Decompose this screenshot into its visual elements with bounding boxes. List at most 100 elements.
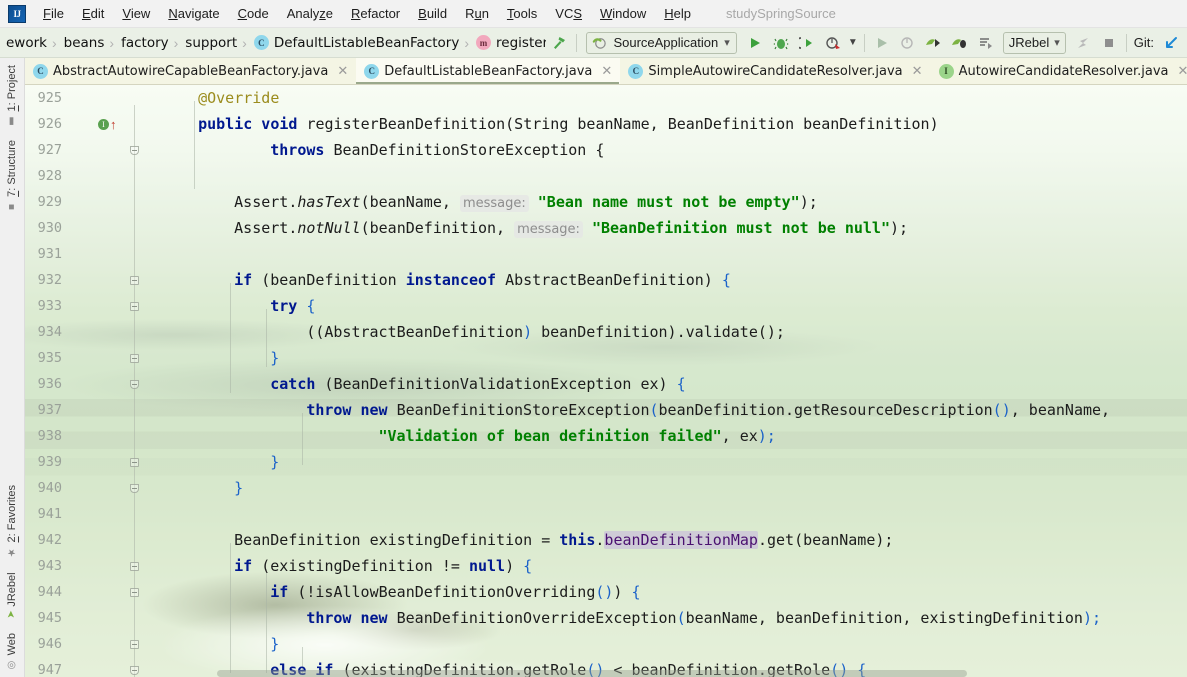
- code-content[interactable]: @Override public void registerBeanDefinit…: [158, 85, 1187, 677]
- code-line[interactable]: throw new BeanDefinitionStoreException(b…: [306, 397, 1110, 423]
- tool-window-structure[interactable]: ■ 7: Structure: [2, 133, 22, 219]
- editor-tab-abstractautowirecapablebeanfactory[interactable]: C AbstractAutowireCapableBeanFactory.java…: [25, 58, 356, 84]
- code-line[interactable]: "Validation of bean definition failed", …: [378, 423, 775, 449]
- profile-icon[interactable]: [820, 31, 846, 55]
- code-line[interactable]: }: [270, 449, 279, 475]
- tool-window-jrebel[interactable]: ➤ JRebel: [2, 565, 22, 626]
- code-line[interactable]: Assert.hasText(beanName, message: "Bean …: [234, 189, 818, 215]
- run-icon[interactable]: [742, 31, 768, 55]
- ide-window: FileEditViewNavigateCodeAnalyzeRefactorB…: [0, 0, 1187, 677]
- tool-window-project[interactable]: ▮ 1: Project: [2, 58, 22, 133]
- code-token: isAllowBeanDefinitionOverriding: [315, 583, 596, 601]
- run-dashboard-icon[interactable]: [973, 31, 999, 55]
- run-configuration-label: SourceApplication: [613, 35, 719, 50]
- menu-build[interactable]: Build: [409, 3, 456, 24]
- menu-tools[interactable]: Tools: [498, 3, 546, 24]
- breadcrumb-item-defaultlistablebeanfactory[interactable]: C DefaultListableBeanFactory: [248, 28, 464, 57]
- editor-tab-simpleautowirecandidateresolver[interactable]: C SimpleAutowireCandidateResolver.java ✕: [620, 58, 930, 84]
- menu-view[interactable]: View: [113, 3, 159, 24]
- chevron-down-icon[interactable]: ▾: [724, 36, 730, 49]
- code-line[interactable]: }: [270, 631, 279, 657]
- fold-marker[interactable]: [129, 631, 140, 657]
- jrebel-selector[interactable]: JRebel ▾: [1002, 31, 1066, 54]
- breadcrumb-item-beans[interactable]: beans: [58, 28, 109, 57]
- override-arrow-icon[interactable]: ↑: [110, 118, 117, 131]
- breadcrumb-item-ework[interactable]: ework: [0, 28, 51, 57]
- close-icon[interactable]: ✕: [1178, 64, 1187, 79]
- fold-marker[interactable]: [129, 475, 140, 501]
- code-editor[interactable]: 925 926 927 928 929 930 931 932 933 934 935 936 937 9…: [25, 85, 1187, 677]
- run-coverage-icon[interactable]: [794, 31, 820, 55]
- close-icon[interactable]: ✕: [337, 64, 348, 79]
- breadcrumb-item-support[interactable]: support: [179, 28, 241, 57]
- fold-marker[interactable]: [129, 371, 140, 397]
- rerun-icon[interactable]: [869, 31, 895, 55]
- menu-navigate[interactable]: Navigate: [159, 3, 228, 24]
- commit-icon[interactable]: [1157, 31, 1183, 55]
- code-line[interactable]: if (!isAllowBeanDefinitionOverriding()) …: [270, 579, 640, 605]
- jrebel-debug-icon[interactable]: [947, 31, 973, 55]
- fold-marker[interactable]: [129, 267, 140, 293]
- code-line[interactable]: }: [234, 475, 243, 501]
- menu-run[interactable]: Run: [456, 3, 498, 24]
- code-line[interactable]: ((AbstractBeanDefinition) beanDefinition…: [306, 319, 785, 345]
- menu-edit[interactable]: Edit: [73, 3, 113, 24]
- breadcrumb-label: DefaultListableBeanFactory: [273, 34, 460, 51]
- line-number: 947: [37, 662, 62, 677]
- line-number: 945: [37, 610, 62, 626]
- code-line[interactable]: @Override: [198, 85, 279, 111]
- fold-marker[interactable]: [129, 657, 140, 677]
- menu-file[interactable]: File: [34, 3, 73, 24]
- menu-refactor[interactable]: Refactor: [342, 3, 409, 24]
- fold-marker[interactable]: [129, 137, 140, 163]
- code-line[interactable]: throws BeanDefinitionStoreException {: [270, 137, 604, 163]
- update-project-icon[interactable]: [1070, 31, 1096, 55]
- breadcrumb-item-registerbeandefinition[interactable]: m registerBeanDefinition: [470, 28, 546, 57]
- code-line[interactable]: if (beanDefinition instanceof AbstractBe…: [234, 267, 731, 293]
- line-number: 936: [37, 376, 62, 392]
- code-line[interactable]: public void registerBeanDefinition(Strin…: [198, 111, 939, 137]
- build-hammer-icon[interactable]: [546, 31, 572, 55]
- tool-window-favorites[interactable]: ★ 2: Favorites: [2, 478, 22, 564]
- editor-tab-autowirecandidateresolver[interactable]: IAutowireCandidateResolver.java ✕: [931, 58, 1187, 84]
- code-line[interactable]: throw new BeanDefinitionOverrideExceptio…: [306, 605, 1101, 631]
- attach-profiler-icon[interactable]: [895, 31, 921, 55]
- code-line[interactable]: try {: [270, 293, 315, 319]
- dropdown-arrow-icon[interactable]: ▼: [846, 31, 860, 55]
- fold-marker[interactable]: [129, 449, 140, 475]
- chevron-down-icon-jrebel[interactable]: ▾: [1054, 36, 1060, 49]
- fold-marker[interactable]: [129, 293, 140, 319]
- close-icon[interactable]: ✕: [601, 64, 612, 79]
- menu-analyze[interactable]: Analyze: [278, 3, 342, 24]
- code-line[interactable]: BeanDefinition existingDefinition = this…: [234, 527, 893, 553]
- menu-help[interactable]: Help: [655, 3, 700, 24]
- horizontal-scrollbar[interactable]: [217, 670, 967, 677]
- close-icon[interactable]: ✕: [912, 64, 923, 79]
- breadcrumb-item-factory[interactable]: factory: [115, 28, 173, 57]
- menu-vcs[interactable]: VCS: [546, 3, 591, 24]
- code-line[interactable]: catch (BeanDefinitionValidationException…: [270, 371, 685, 397]
- debug-icon[interactable]: [768, 31, 794, 55]
- fold-marker[interactable]: [129, 579, 140, 605]
- code-token: }: [270, 453, 280, 471]
- editor-gutter[interactable]: 925 926 927 928 929 930 931 932 933 934 935 936 937 9…: [25, 85, 158, 677]
- menu-window[interactable]: Window: [591, 3, 655, 24]
- method-marker-icon[interactable]: I: [98, 118, 109, 130]
- code-line[interactable]: }: [270, 345, 279, 371]
- fold-marker[interactable]: [129, 553, 140, 579]
- line-number: 932: [37, 272, 62, 288]
- class-icon: C: [628, 63, 644, 79]
- code-line[interactable]: if (existingDefinition != null) {: [234, 553, 532, 579]
- jrebel-run-icon[interactable]: [921, 31, 947, 55]
- run-configuration-selector[interactable]: SourceApplication ▾: [586, 31, 737, 54]
- editor-tab-defaultlistablebeanfactory[interactable]: C DefaultListableBeanFactory.java ✕: [356, 58, 621, 84]
- fold-marker[interactable]: [129, 345, 140, 371]
- stop-icon[interactable]: [1096, 31, 1122, 55]
- menu-code[interactable]: Code: [229, 3, 278, 24]
- tool-window-web[interactable]: ◎ Web: [2, 626, 22, 677]
- code-line[interactable]: Assert.notNull(beanDefinition, message: …: [234, 215, 908, 241]
- overridden-method-marker[interactable]: I ↑: [98, 111, 122, 137]
- toolbar-divider: [576, 33, 578, 52]
- code-token: }: [270, 349, 280, 367]
